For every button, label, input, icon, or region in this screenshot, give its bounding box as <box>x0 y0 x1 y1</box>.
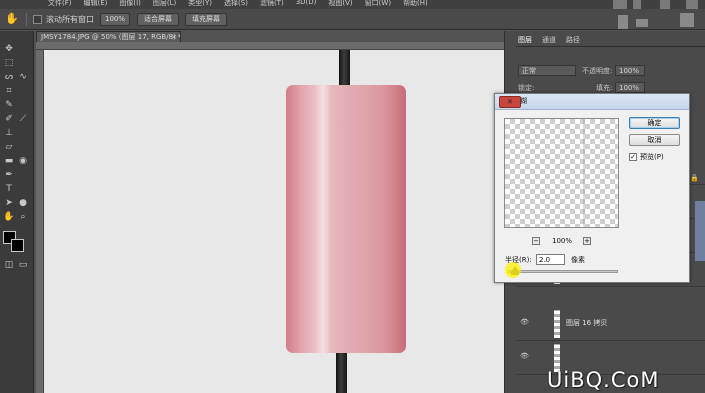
canvas[interactable] <box>44 50 504 393</box>
blurred-region <box>633 0 641 9</box>
fill-label: 填充: <box>596 84 613 92</box>
blend-mode-select[interactable]: 正常 <box>518 65 576 76</box>
menu-3d[interactable]: 3D(D) <box>296 0 317 8</box>
hand-icon[interactable]: ✋ <box>5 13 19 25</box>
lasso-icon[interactable]: ᔕ <box>3 71 15 83</box>
layers-scrollbar[interactable] <box>695 201 705 261</box>
background-color-swatch[interactable] <box>11 239 24 252</box>
zoom-level: 100% <box>552 237 573 245</box>
fill-field[interactable]: 100% <box>615 82 645 93</box>
zoom-out-icon[interactable]: − <box>532 237 540 245</box>
lasso-alt-icon[interactable]: ∿ <box>17 71 29 83</box>
pen-icon[interactable]: ✒ <box>3 169 15 181</box>
blurred-region <box>686 0 698 9</box>
preview-area[interactable] <box>504 118 619 228</box>
hand-tool-icon[interactable]: ✋ <box>3 211 15 223</box>
type-icon[interactable]: T <box>3 183 15 195</box>
eye-icon[interactable]: 👁 <box>520 352 529 360</box>
zoom-in-icon[interactable]: + <box>583 237 591 245</box>
pink-cylinder <box>286 85 406 353</box>
blurred-region <box>618 15 628 29</box>
brush-alt-icon[interactable]: ⟋ <box>17 113 29 125</box>
tools-panel: ✥ ⬚ ᔕ ⌗ ✎ ✐ ⊥ ▱ ▬ ✒ T ➤ ✋ ∿ ⟋ ◉ ● ⌕ ◫ ▭ <box>0 31 34 393</box>
scroll-all-checkbox[interactable] <box>33 15 42 24</box>
cursor-highlight <box>505 262 521 278</box>
menu-edit[interactable]: 编辑(E) <box>84 0 108 8</box>
menu-bar: 文件(F) 编辑(E) 图像(I) 图层(L) 类型(Y) 选择(S) 滤镜(T… <box>0 0 705 9</box>
zoom-icon[interactable]: ⌕ <box>17 211 29 223</box>
menu-help[interactable]: 帮助(H) <box>403 0 428 8</box>
rod-top <box>339 50 350 90</box>
selection-icon[interactable]: ➤ <box>3 197 15 209</box>
fit-screen-button[interactable]: 适合屏幕 <box>137 13 179 26</box>
radius-slider[interactable] <box>508 270 618 273</box>
menu-window[interactable]: 窗口(W) <box>365 0 391 8</box>
ruler-horizontal <box>36 42 504 50</box>
eyedropper-icon[interactable]: ✎ <box>3 99 15 111</box>
eye-icon[interactable]: 👁 <box>520 318 529 326</box>
gradient-icon[interactable]: ▬ <box>3 155 15 167</box>
preview-checkbox[interactable]: ✓ <box>629 153 637 161</box>
marquee-icon[interactable]: ⬚ <box>3 57 15 69</box>
opacity-label: 不透明度: <box>582 67 613 75</box>
rod-bottom <box>336 350 347 393</box>
preview-label: 预览(P) <box>640 153 664 161</box>
preview-guide <box>583 119 585 227</box>
menu-image[interactable]: 图像(I) <box>119 0 141 8</box>
opacity-field[interactable]: 100% <box>615 65 645 76</box>
close-icon[interactable]: × <box>171 32 177 42</box>
radius-unit: 像素 <box>571 256 585 264</box>
layer-thumbnail <box>554 310 560 338</box>
menu-items: 文件(F) 编辑(E) 图像(I) 图层(L) 类型(Y) 选择(S) 滤镜(T… <box>48 0 428 8</box>
options-bar: ✋ 滚动所有窗口 100% 适合屏幕 填充屏幕 <box>0 9 705 30</box>
stamp-icon[interactable]: ⊥ <box>3 127 15 139</box>
lock-label: 锁定: <box>518 84 535 92</box>
tab-layers[interactable]: 图层 <box>518 35 532 46</box>
blurred-region <box>680 13 694 27</box>
brush-icon[interactable]: ✐ <box>3 113 15 125</box>
blur-icon[interactable]: ◉ <box>17 155 29 167</box>
watermark: UiBQ.CoM <box>547 368 660 392</box>
divider <box>26 13 27 26</box>
lock-icon: 🔒 <box>690 174 699 182</box>
menu-select[interactable]: 选择(S) <box>224 0 248 8</box>
ruler-vertical <box>36 50 44 393</box>
quickmask-icon[interactable]: ◫ <box>3 259 15 271</box>
menu-view[interactable]: 视图(V) <box>328 0 352 8</box>
blurred-region <box>613 0 627 9</box>
cancel-button[interactable]: 取消 <box>629 134 680 146</box>
layer-row[interactable]: 👁 图层 16 拷贝 <box>516 307 705 341</box>
gaussian-blur-dialog: 高斯模糊 ✕ 确定 取消 ✓ 预览(P) − 100% + 半径(R): 像素 <box>494 93 690 283</box>
tab-paths[interactable]: 路径 <box>566 35 580 46</box>
dialog-titlebar[interactable]: 高斯模糊 ✕ <box>495 94 689 110</box>
ellipse-icon[interactable]: ● <box>17 197 29 209</box>
menu-file[interactable]: 文件(F) <box>48 0 72 8</box>
panel-tabs: 图层 通道 路径 <box>516 35 705 47</box>
screen-mode-icon[interactable]: ▭ <box>17 259 29 271</box>
eraser-icon[interactable]: ▱ <box>3 141 15 153</box>
menu-filter[interactable]: 滤镜(T) <box>260 0 284 8</box>
blurred-region <box>660 0 670 9</box>
zoom-100-button[interactable]: 100% <box>100 13 130 26</box>
document-title: JMSY1784.JPG @ 50% (图层 17, RGB/8) * <box>41 33 181 41</box>
fill-screen-button[interactable]: 填充屏幕 <box>185 13 227 26</box>
ok-button[interactable]: 确定 <box>629 117 680 129</box>
tab-channels[interactable]: 通道 <box>542 35 556 46</box>
move-icon[interactable]: ✥ <box>3 43 15 55</box>
document-tab[interactable]: JMSY1784.JPG @ 50% (图层 17, RGB/8) * × <box>36 31 181 42</box>
layer-name: 图层 16 拷贝 <box>566 319 608 327</box>
menu-layer[interactable]: 图层(L) <box>153 0 176 8</box>
menu-type[interactable]: 类型(Y) <box>188 0 212 8</box>
close-icon[interactable]: ✕ <box>499 96 521 108</box>
crop-icon[interactable]: ⌗ <box>3 85 15 97</box>
radius-input[interactable] <box>536 254 565 265</box>
scroll-all-label: 滚动所有窗口 <box>46 15 94 24</box>
blurred-region <box>636 19 648 27</box>
